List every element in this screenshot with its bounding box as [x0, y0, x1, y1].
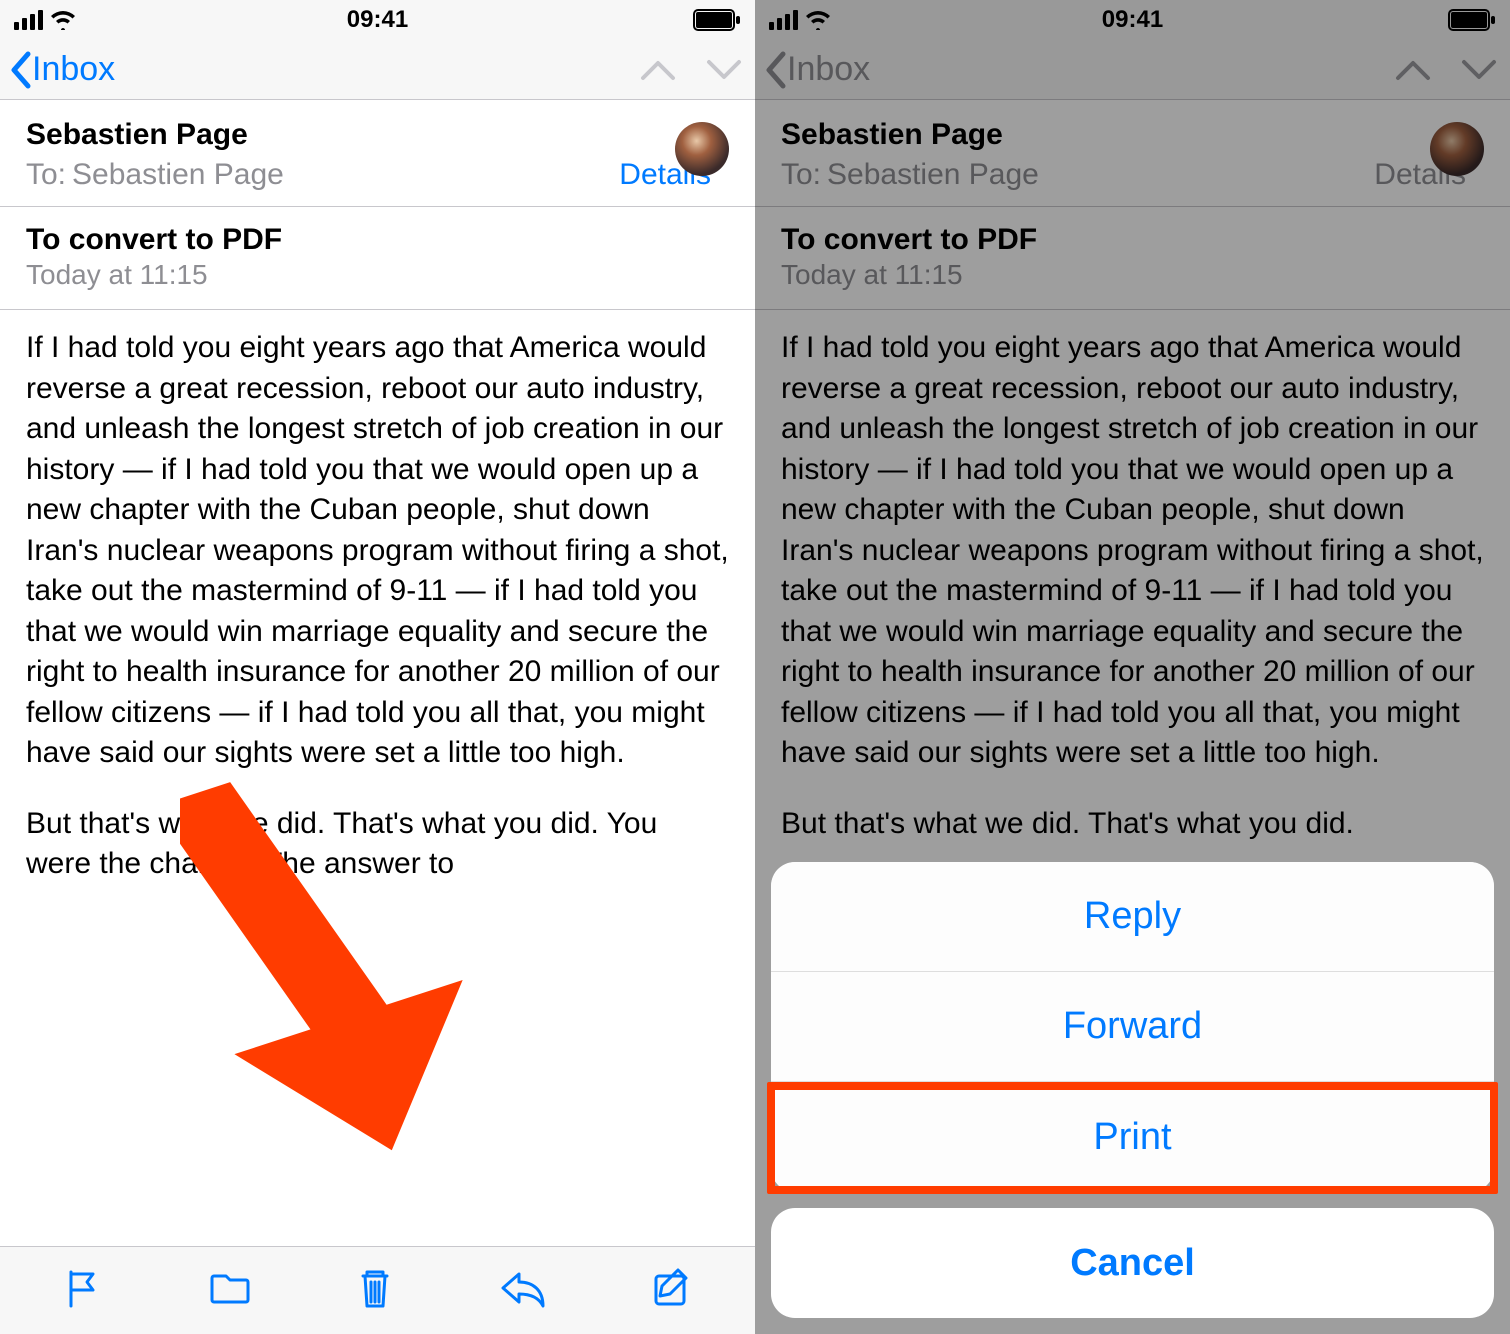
subject-text: To convert to PDF: [26, 223, 729, 257]
flag-button[interactable]: [61, 1266, 105, 1315]
message-body[interactable]: If I had told you eight years ago that A…: [0, 310, 755, 1246]
body-paragraph: But that's what we did. That's what you …: [26, 804, 729, 885]
to-label: To:: [26, 158, 66, 192]
back-button[interactable]: Inbox: [8, 50, 115, 90]
trash-icon: [355, 1264, 395, 1312]
sheet-cancel-button[interactable]: Cancel: [771, 1208, 1494, 1318]
body-paragraph: If I had told you eight years ago that A…: [781, 328, 1484, 774]
subject-block: To convert to PDF Today at 11:15: [755, 207, 1510, 310]
folder-icon: [206, 1266, 254, 1310]
back-label: Inbox: [32, 50, 115, 89]
sheet-forward-button[interactable]: Forward: [771, 972, 1494, 1082]
delete-button[interactable]: [355, 1264, 395, 1317]
action-sheet: Reply Forward Print Cancel: [771, 862, 1494, 1318]
reply-icon: [497, 1266, 549, 1310]
bottom-toolbar: [0, 1246, 755, 1334]
nav-bar: Inbox: [0, 40, 755, 100]
status-bar: 09:41: [755, 0, 1510, 40]
compose-button[interactable]: [650, 1266, 694, 1315]
to-name[interactable]: Sebastien Page: [72, 158, 284, 192]
back-button[interactable]: Inbox: [763, 50, 870, 90]
mail-message-screen-actionsheet: 09:41 Inbox Sebastien Page To: Sebastien…: [755, 0, 1510, 1334]
body-paragraph: But that's what we did. That's what you …: [781, 804, 1484, 845]
timestamp: Today at 11:15: [26, 259, 729, 291]
flag-icon: [61, 1266, 105, 1310]
nav-bar: Inbox: [755, 40, 1510, 100]
avatar[interactable]: [1430, 122, 1484, 176]
reply-button[interactable]: [497, 1266, 549, 1315]
subject-text: To convert to PDF: [781, 223, 1484, 257]
back-label: Inbox: [787, 50, 870, 89]
message-header: Sebastien Page To: Sebastien Page Detail…: [755, 100, 1510, 207]
avatar[interactable]: [675, 122, 729, 176]
prev-message-icon[interactable]: [639, 58, 677, 82]
next-message-icon[interactable]: [705, 58, 743, 82]
to-name[interactable]: Sebastien Page: [827, 158, 1039, 192]
status-bar: 09:41: [0, 0, 755, 40]
sheet-print-button[interactable]: Print: [771, 1082, 1494, 1192]
move-button[interactable]: [206, 1266, 254, 1315]
sheet-reply-button[interactable]: Reply: [771, 862, 1494, 972]
prev-message-icon[interactable]: [1394, 58, 1432, 82]
status-time: 09:41: [0, 6, 755, 34]
status-time: 09:41: [755, 6, 1510, 34]
compose-icon: [650, 1266, 694, 1310]
next-message-icon[interactable]: [1460, 58, 1498, 82]
from-name[interactable]: Sebastien Page: [26, 118, 729, 152]
chevron-left-icon: [8, 50, 34, 90]
from-name[interactable]: Sebastien Page: [781, 118, 1484, 152]
chevron-left-icon: [763, 50, 789, 90]
body-paragraph: If I had told you eight years ago that A…: [26, 328, 729, 774]
subject-block: To convert to PDF Today at 11:15: [0, 207, 755, 310]
message-header: Sebastien Page To: Sebastien Page Detail…: [0, 100, 755, 207]
to-label: To:: [781, 158, 821, 192]
timestamp: Today at 11:15: [781, 259, 1484, 291]
mail-message-screen: 09:41 Inbox Sebastien Page To: Sebastien…: [0, 0, 755, 1334]
